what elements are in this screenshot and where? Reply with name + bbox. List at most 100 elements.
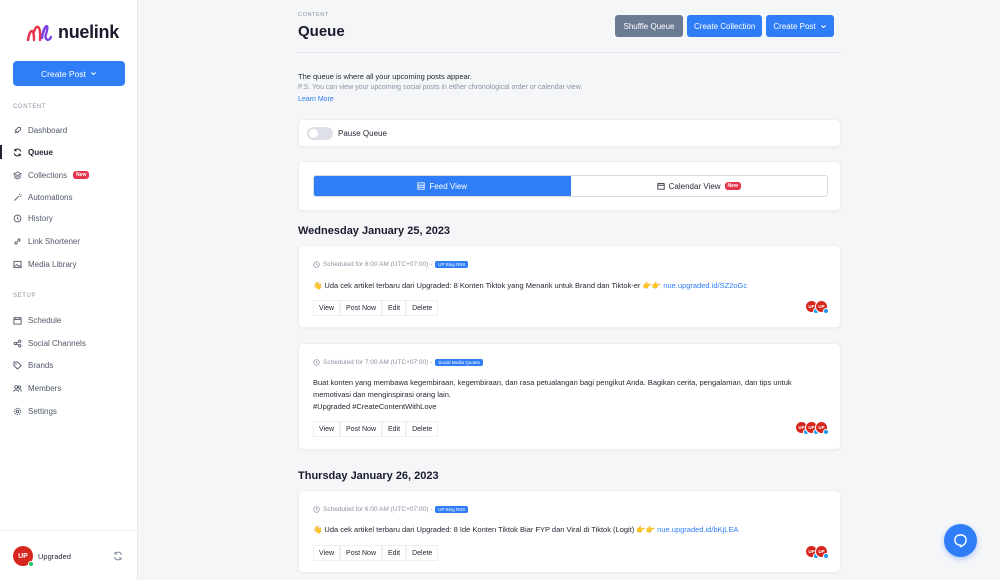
sidebar-item-members[interactable]: Members bbox=[13, 380, 61, 396]
sidebar-create-post-button[interactable]: Create Post bbox=[13, 61, 125, 86]
post-text: 👋 Uda cek artikel terbaru dari Upgraded:… bbox=[313, 524, 833, 536]
post-text: Buat konten yang membawa kegembiraan, ke… bbox=[313, 377, 833, 413]
avatar-text: UP bbox=[18, 552, 28, 560]
date-heading: Wednesday January 25, 2023 bbox=[298, 225, 451, 237]
schedule-text: Scheduled for 6:00 AM (UTC+07:00) - bbox=[323, 506, 433, 513]
delete-button[interactable]: Delete bbox=[406, 545, 439, 561]
sidebar-item-history[interactable]: History bbox=[13, 210, 53, 226]
header-actions: Shuffle Queue Create Collection Create P… bbox=[615, 15, 834, 37]
sidebar-item-label: Link Shortener bbox=[28, 236, 81, 246]
pause-queue-label: Pause Queue bbox=[338, 129, 387, 138]
edit-button[interactable]: Edit bbox=[382, 421, 407, 437]
help-chat-button[interactable] bbox=[944, 524, 977, 557]
create-collection-button[interactable]: Create Collection bbox=[687, 15, 763, 37]
page-title: Queue bbox=[298, 23, 345, 40]
sidebar-item-label: Schedule bbox=[28, 315, 62, 325]
clock-icon bbox=[313, 261, 320, 268]
clock-icon bbox=[313, 506, 320, 513]
learn-more-link[interactable]: Learn More bbox=[298, 96, 334, 103]
post-actions: View Post Now Edit Delete bbox=[313, 300, 439, 316]
link-icon bbox=[14, 237, 21, 245]
post-now-button[interactable]: Post Now bbox=[340, 300, 383, 316]
post-card: Scheduled for 6:00 AM (UTC+07:00) - UP B… bbox=[298, 245, 841, 328]
chevron-down-icon bbox=[90, 72, 96, 76]
post-now-button[interactable]: Post Now bbox=[340, 421, 383, 437]
post-tag: Social Media Quotes bbox=[435, 359, 483, 366]
delete-button[interactable]: Delete bbox=[406, 300, 439, 316]
calendar-icon bbox=[657, 183, 665, 190]
new-badge: New bbox=[73, 171, 90, 179]
tab-feed-view[interactable]: Feed View bbox=[314, 176, 571, 196]
channel-avatar[interactable]: UP bbox=[815, 545, 829, 559]
nuelink-logo-icon bbox=[26, 25, 52, 42]
magic-wand-icon bbox=[14, 193, 22, 201]
sidebar-item-media-library[interactable]: Media Library bbox=[13, 256, 76, 272]
breadcrumb: CONTENT bbox=[298, 12, 329, 18]
schedule-info: Scheduled for 6:00 AM (UTC+07:00) - UP B… bbox=[313, 506, 469, 513]
channel-avatar[interactable]: UP bbox=[815, 421, 829, 435]
gear-icon bbox=[13, 407, 22, 415]
header-divider bbox=[298, 52, 841, 53]
channel-avatar[interactable]: UP bbox=[815, 300, 829, 314]
view-button[interactable]: View bbox=[313, 421, 341, 437]
view-switch-card: Feed View Calendar View New bbox=[298, 161, 841, 211]
network-badge-icon bbox=[823, 308, 829, 314]
tab-calendar-view[interactable]: Calendar View New bbox=[570, 176, 827, 196]
sidebar-item-link-shortener[interactable]: Link Shortener bbox=[13, 233, 80, 249]
channel-avatars: UP UP UP bbox=[795, 421, 829, 435]
share-icon bbox=[13, 339, 22, 347]
edit-button[interactable]: Edit bbox=[382, 545, 407, 561]
post-link[interactable]: nue.upgraded.id/SZ2oGc bbox=[663, 281, 747, 290]
schedule-text: Scheduled for 6:00 AM (UTC+07:00) - bbox=[323, 261, 433, 268]
view-button[interactable]: View bbox=[313, 545, 341, 561]
shuffle-queue-button[interactable]: Shuffle Queue bbox=[615, 15, 683, 37]
sidebar-item-queue[interactable]: Queue bbox=[13, 144, 53, 160]
nuelink-logo[interactable]: nuelink bbox=[26, 20, 119, 44]
clock-icon bbox=[313, 359, 320, 366]
sidebar-item-dashboard[interactable]: Dashboard bbox=[13, 122, 67, 138]
user-name[interactable]: Upgraded bbox=[38, 552, 71, 561]
setup-section-label: SETUP bbox=[13, 293, 37, 299]
post-now-button[interactable]: Post Now bbox=[340, 545, 383, 561]
sidebar-item-collections[interactable]: Collections New bbox=[13, 167, 90, 183]
sidebar: nuelink Create Post CONTENT Dashboard Qu… bbox=[0, 0, 138, 580]
create-post-button[interactable]: Create Post bbox=[766, 15, 834, 37]
layers-icon bbox=[13, 170, 22, 180]
schedule-text: Scheduled for 7:00 AM (UTC+07:00) - bbox=[323, 359, 433, 366]
network-badge-icon bbox=[823, 553, 829, 559]
network-badge-icon bbox=[823, 429, 829, 435]
sidebar-item-social-channels[interactable]: Social Channels bbox=[13, 335, 86, 351]
post-link[interactable]: nue.upgraded.id/bKjLEA bbox=[657, 525, 738, 534]
calendar-icon bbox=[13, 316, 22, 325]
tab-label: Feed View bbox=[429, 181, 468, 191]
post-text: 👋 Uda cek artikel terbaru dari Upgraded:… bbox=[313, 280, 833, 292]
avatar[interactable]: UP bbox=[13, 546, 34, 567]
sidebar-item-label: Members bbox=[28, 383, 62, 393]
view-switch: Feed View Calendar View New bbox=[313, 175, 828, 197]
edit-button[interactable]: Edit bbox=[382, 300, 407, 316]
tag-icon bbox=[13, 360, 22, 370]
pause-queue-card: Pause Queue bbox=[298, 119, 841, 147]
sidebar-item-label: Media Library bbox=[28, 259, 77, 269]
active-indicator bbox=[0, 145, 2, 159]
sidebar-item-label: Social Channels bbox=[28, 338, 86, 348]
post-actions: View Post Now Edit Delete bbox=[313, 421, 439, 437]
users-icon bbox=[13, 384, 22, 392]
post-hashtags: #Upgraded #CreateContentWithLove bbox=[313, 402, 437, 411]
chevron-down-icon bbox=[820, 24, 826, 28]
logo-text: nuelink bbox=[58, 21, 119, 42]
schedule-info: Scheduled for 6:00 AM (UTC+07:00) - UP B… bbox=[313, 261, 469, 268]
post-body-line: Buat konten yang membawa kegembiraan, ke… bbox=[313, 378, 792, 387]
delete-button[interactable]: Delete bbox=[406, 421, 439, 437]
pause-queue-toggle[interactable] bbox=[307, 127, 333, 140]
post-card: Scheduled for 7:00 AM (UTC+07:00) - Soci… bbox=[298, 343, 841, 450]
sidebar-item-settings[interactable]: Settings bbox=[13, 403, 57, 419]
sidebar-item-schedule[interactable]: Schedule bbox=[13, 312, 61, 328]
switch-account-icon[interactable] bbox=[113, 551, 123, 561]
chat-bubble-icon bbox=[954, 534, 967, 548]
post-tag: UP Blog RSS bbox=[435, 261, 469, 268]
view-button[interactable]: View bbox=[313, 300, 341, 316]
sidebar-item-brands[interactable]: Brands bbox=[13, 357, 53, 373]
post-card: Scheduled for 6:00 AM (UTC+07:00) - UP B… bbox=[298, 490, 841, 573]
sidebar-item-automations[interactable]: Automations bbox=[13, 189, 72, 205]
